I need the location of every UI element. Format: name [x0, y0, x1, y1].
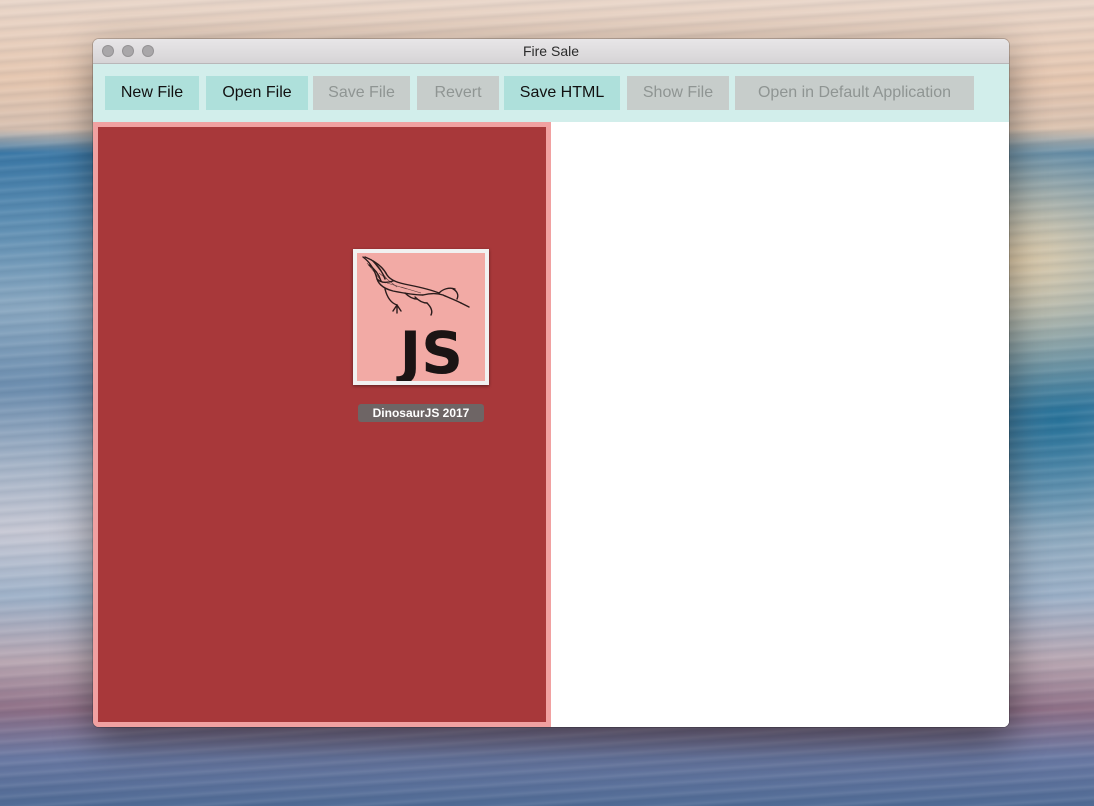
save-file-button[interactable]: Save File: [313, 76, 410, 110]
show-file-button[interactable]: Show File: [627, 76, 729, 110]
logo-js-text: JS: [396, 319, 463, 381]
file-icon-label[interactable]: DinosaurJS 2017: [358, 404, 484, 422]
new-file-button[interactable]: New File: [105, 76, 199, 110]
pterodactyl-js-logo-icon: JS: [357, 253, 485, 381]
dinosaurjs-file-icon[interactable]: JS: [353, 249, 489, 385]
save-html-button[interactable]: Save HTML: [504, 76, 620, 110]
open-file-button[interactable]: Open File: [206, 76, 308, 110]
revert-button[interactable]: Revert: [417, 76, 499, 110]
title-bar[interactable]: Fire Sale: [93, 39, 1009, 64]
toolbar: New File Open File Save File Revert Save…: [93, 64, 1009, 122]
window-title: Fire Sale: [522, 43, 580, 59]
main-area: JS DinosaurJS 2017: [93, 122, 1009, 727]
logo-svg: JS: [362, 256, 470, 381]
html-preview-pane: [551, 122, 1009, 727]
app-window: Fire Sale New File Open File Save File R…: [93, 39, 1009, 727]
markdown-editor-pane[interactable]: JS DinosaurJS 2017: [93, 122, 551, 727]
open-in-default-application-button[interactable]: Open in Default Application: [735, 76, 974, 110]
